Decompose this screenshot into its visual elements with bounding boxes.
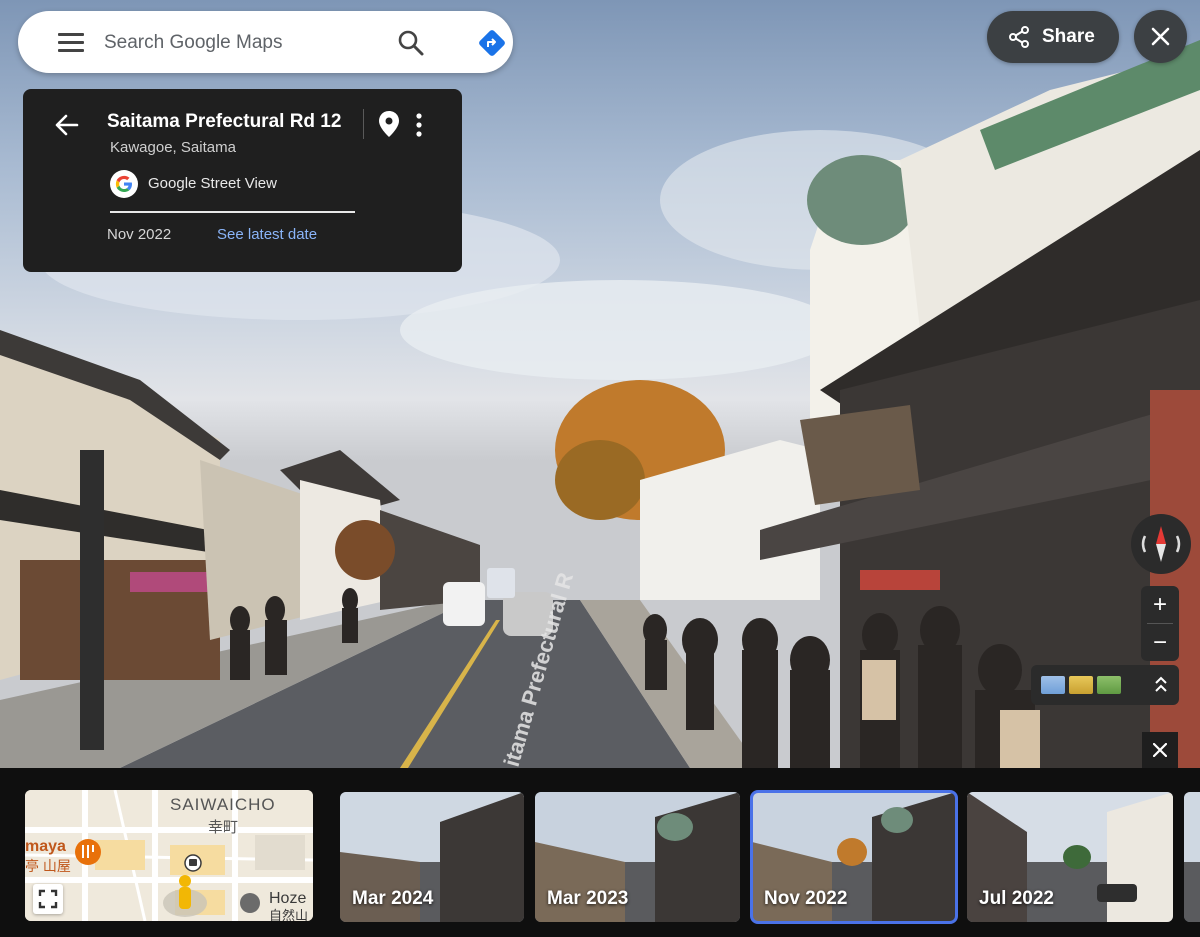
close-icon xyxy=(1153,743,1167,757)
street-view-info-panel: Saitama Prefectural Rd 12 Kawagoe, Saita… xyxy=(23,89,462,272)
share-icon xyxy=(1009,26,1029,48)
timeline-date-label: Jul 2022 xyxy=(979,888,1054,909)
layer-thumbnail-sky xyxy=(1041,676,1065,694)
more-options-icon[interactable] xyxy=(409,111,429,139)
map-district-label: SAIWAICHO xyxy=(170,795,276,814)
map-poi-label-jp: 亭 山屋 xyxy=(25,858,71,874)
timeline-strip: SAIWAICHO 幸町 maya 亭 山屋 Hoze 自然山 Mar 2024… xyxy=(0,768,1200,937)
directions-icon[interactable] xyxy=(477,28,507,58)
zoom-controls: + − xyxy=(1141,586,1179,661)
zoom-out-button[interactable]: − xyxy=(1141,624,1179,661)
timeline-thumbnail[interactable]: Jul 2022 xyxy=(967,792,1173,922)
search-input[interactable] xyxy=(102,26,376,60)
google-logo-icon xyxy=(110,170,138,198)
search-icon[interactable] xyxy=(396,28,426,58)
source-label: Google Street View xyxy=(148,175,277,192)
timeline-thumbnail[interactable] xyxy=(1184,792,1200,922)
search-bar xyxy=(18,11,513,73)
fullscreen-icon[interactable] xyxy=(33,884,63,914)
location-subtitle: Kawagoe, Saitama xyxy=(110,139,236,156)
timeline-thumbnail[interactable]: Mar 2024 xyxy=(340,792,524,922)
back-arrow-icon[interactable] xyxy=(53,111,81,139)
timeline-date-label: Mar 2024 xyxy=(352,888,434,909)
see-latest-date-link[interactable]: See latest date xyxy=(217,226,317,243)
close-timeline-button[interactable] xyxy=(1142,732,1178,768)
compass-icon[interactable] xyxy=(1131,514,1191,574)
timeline-thumbnail[interactable]: Mar 2023 xyxy=(535,792,740,922)
layers-button[interactable] xyxy=(1031,665,1179,705)
map-poi-label-jp: 自然山 xyxy=(269,908,309,921)
map-poi-label: maya xyxy=(25,838,66,855)
timeline-date-label: Nov 2022 xyxy=(764,888,848,909)
chevron-up-icon xyxy=(1155,676,1167,692)
capture-date: Nov 2022 xyxy=(107,226,172,243)
location-title: Saitama Prefectural Rd 12 xyxy=(107,111,342,132)
zoom-in-button[interactable]: + xyxy=(1141,586,1179,623)
thumbnail-image xyxy=(1184,792,1200,922)
divider xyxy=(363,109,364,139)
hamburger-menu-icon[interactable] xyxy=(58,31,84,53)
map-district-jp-label: 幸町 xyxy=(208,819,239,836)
timeline-thumbnail-selected[interactable]: Nov 2022 xyxy=(750,790,958,924)
close-icon xyxy=(1151,27,1170,46)
divider-line xyxy=(110,211,355,213)
share-label: Share xyxy=(1042,26,1095,47)
close-street-view-button[interactable] xyxy=(1134,10,1187,63)
map-pin-icon[interactable] xyxy=(377,110,401,138)
timeline-date-label: Mar 2023 xyxy=(547,888,629,909)
layer-thumbnail-field xyxy=(1069,676,1093,694)
mini-map[interactable]: SAIWAICHO 幸町 maya 亭 山屋 Hoze 自然山 xyxy=(25,790,313,921)
share-button[interactable]: Share xyxy=(987,11,1119,63)
layer-thumbnail-grass xyxy=(1097,676,1121,694)
